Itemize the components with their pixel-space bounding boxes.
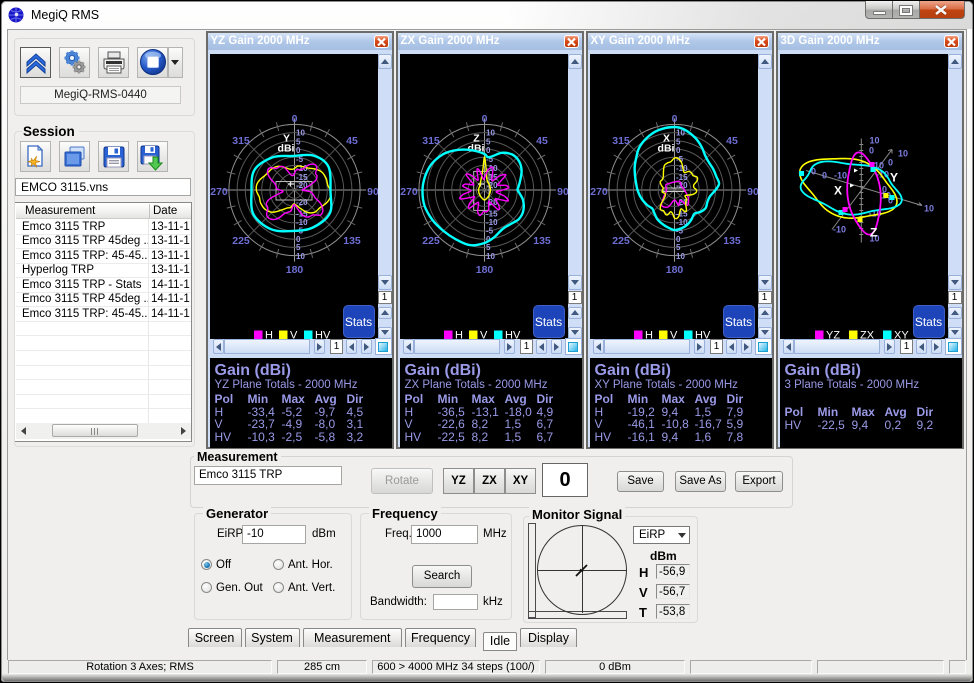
svg-text:HV: HV	[315, 329, 331, 339]
svg-text:dBi: dBi	[658, 142, 675, 154]
svg-text:H: H	[645, 329, 653, 339]
svg-text:90: 90	[367, 186, 377, 198]
svg-text:270: 270	[400, 186, 418, 198]
svg-text:-10: -10	[833, 224, 846, 234]
svg-text:180: 180	[286, 264, 304, 276]
svg-text:Y: Y	[890, 170, 898, 184]
svg-text:180: 180	[666, 264, 684, 276]
svg-text:ZX: ZX	[860, 329, 875, 339]
svg-text:270: 270	[590, 186, 608, 198]
svg-text:5: 5	[296, 137, 301, 146]
svg-text:270: 270	[210, 186, 228, 198]
svg-text:45: 45	[346, 135, 358, 147]
svg-text:315: 315	[422, 135, 440, 147]
svg-text:XY: XY	[894, 329, 909, 339]
svg-text:Z: Z	[870, 225, 877, 239]
svg-text:45: 45	[726, 135, 738, 147]
svg-text:315: 315	[612, 135, 630, 147]
svg-text:V: V	[480, 329, 488, 339]
svg-text:135: 135	[723, 235, 741, 247]
svg-text:H: H	[455, 329, 463, 339]
svg-text:0: 0	[296, 146, 301, 155]
svg-text:5: 5	[486, 137, 491, 146]
svg-text:315: 315	[232, 135, 250, 147]
svg-text:10: 10	[898, 148, 908, 158]
svg-text:0: 0	[869, 145, 874, 155]
svg-text:225: 225	[232, 235, 250, 247]
svg-text:HV: HV	[695, 329, 711, 339]
svg-text:0: 0	[672, 113, 678, 125]
svg-text:dBi: dBi	[278, 142, 295, 154]
svg-text:0: 0	[888, 157, 893, 167]
svg-text:HV: HV	[505, 329, 521, 339]
svg-text:10: 10	[296, 128, 305, 137]
svg-text:YZ: YZ	[826, 329, 840, 339]
svg-text:5: 5	[676, 137, 681, 146]
svg-text:180: 180	[476, 264, 494, 276]
svg-text:-10: -10	[834, 170, 847, 180]
svg-text:90: 90	[747, 186, 757, 198]
svg-text:-20: -20	[296, 181, 308, 190]
svg-text:X: X	[834, 183, 842, 197]
svg-text:10: 10	[486, 128, 495, 137]
svg-text:10: 10	[924, 203, 934, 213]
svg-text:45: 45	[536, 135, 548, 147]
svg-text:10: 10	[676, 251, 685, 260]
svg-text:225: 225	[612, 235, 630, 247]
svg-text:0: 0	[292, 113, 298, 125]
svg-text:90: 90	[557, 186, 567, 198]
svg-text:225: 225	[422, 235, 440, 247]
svg-text:135: 135	[533, 235, 551, 247]
svg-text:-20: -20	[676, 181, 688, 190]
svg-text:V: V	[670, 329, 678, 339]
svg-text:V: V	[290, 329, 298, 339]
svg-text:135: 135	[343, 235, 361, 247]
svg-text:0: 0	[822, 170, 827, 180]
svg-text:H: H	[265, 329, 273, 339]
svg-text:0: 0	[482, 113, 488, 125]
svg-text:0: 0	[676, 146, 681, 155]
svg-text:10: 10	[296, 251, 305, 260]
svg-text:10: 10	[870, 135, 880, 145]
svg-text:10: 10	[486, 251, 495, 260]
svg-text:0: 0	[486, 146, 491, 155]
